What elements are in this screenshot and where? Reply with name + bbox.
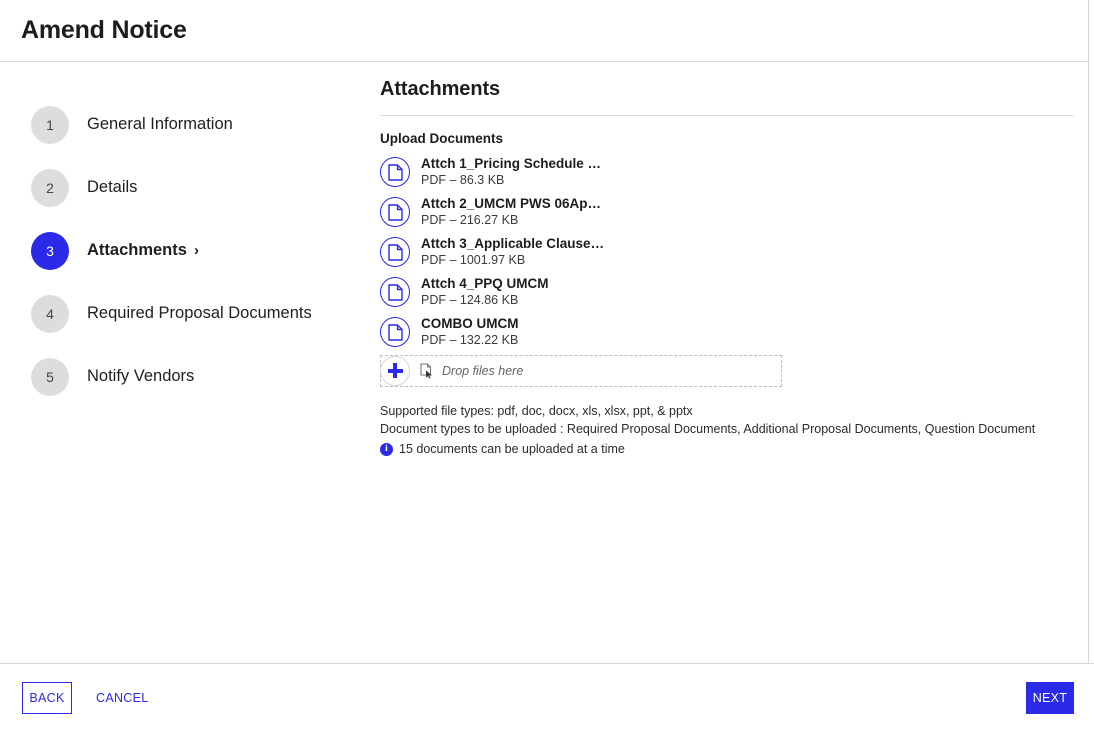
- list-item[interactable]: Attch 4_PPQ UMCM PDF – 124.86 KB: [380, 272, 1073, 312]
- page-body: 1 General Information › 2 Details › 3 At…: [0, 62, 1089, 663]
- file-name: Attch 1_Pricing Schedule U...: [421, 156, 606, 171]
- chevron-right-icon: ›: [193, 242, 199, 259]
- step-number-badge: 4: [31, 294, 69, 333]
- file-name: Attch 2_UMCM PWS 06Apr22: [421, 196, 606, 211]
- file-meta: PDF – 216.27 KB: [421, 212, 519, 227]
- upload-limit-note: i 15 documents can be uploaded at a time: [380, 441, 1073, 459]
- document-icon: [380, 237, 410, 267]
- step-label: General Information: [87, 115, 233, 133]
- file-meta: PDF – 124.86 KB: [421, 292, 519, 307]
- list-item[interactable]: Attch 3_Applicable Clauses ... PDF – 100…: [380, 232, 1073, 272]
- file-meta: PDF – 132.22 KB: [421, 332, 519, 347]
- file-dropzone[interactable]: Drop files here: [380, 355, 782, 387]
- document-types-note: Document types to be uploaded : Required…: [380, 421, 1036, 436]
- sidebar-item-attachments[interactable]: 3 Attachments ›: [0, 219, 380, 282]
- step-label: Required Proposal Documents: [87, 304, 312, 322]
- section-title: Attachments: [380, 78, 501, 100]
- step-navigation: 1 General Information › 2 Details › 3 At…: [0, 62, 380, 663]
- upload-notes: Supported file types: pdf, doc, docx, xl…: [380, 403, 1073, 458]
- file-meta: PDF – 86.3 KB: [421, 172, 505, 187]
- page-header: Amend Notice: [0, 0, 1089, 62]
- step-number-badge: 5: [31, 357, 69, 396]
- amend-notice-page: Amend Notice 1 General Information › 2 D…: [0, 0, 1094, 732]
- footer-actions: BACK CANCEL NEXT: [0, 663, 1094, 732]
- attachments-panel: Attachments Upload Documents Attch 1_Pri…: [380, 62, 1089, 663]
- attachment-list: Attch 1_Pricing Schedule U... PDF – 86.3…: [380, 152, 1073, 352]
- supported-file-types-note: Supported file types: pdf, doc, docx, xl…: [380, 404, 693, 418]
- file-name: Attch 4_PPQ UMCM: [421, 276, 549, 291]
- step-label: Details: [87, 178, 138, 196]
- sidebar-item-general-information[interactable]: 1 General Information ›: [0, 93, 380, 156]
- document-icon: [380, 157, 410, 187]
- list-item[interactable]: Attch 2_UMCM PWS 06Apr22 PDF – 216.27 KB: [380, 192, 1073, 232]
- list-item[interactable]: COMBO UMCM PDF – 132.22 KB: [380, 312, 1073, 352]
- step-number-badge: 1: [31, 105, 69, 144]
- step-label: Notify Vendors: [87, 367, 195, 385]
- add-file-button[interactable]: [380, 355, 410, 386]
- file-meta: PDF – 1001.97 KB: [421, 252, 526, 267]
- next-button[interactable]: NEXT: [1026, 682, 1074, 714]
- step-number-badge: 2: [31, 168, 69, 207]
- document-icon: [380, 197, 410, 227]
- dropzone-placeholder: Drop files here: [442, 364, 524, 378]
- section-divider: [380, 115, 1073, 116]
- sidebar-item-details[interactable]: 2 Details ›: [0, 156, 380, 219]
- upload-documents-label: Upload Documents: [380, 131, 504, 146]
- cancel-button[interactable]: CANCEL: [96, 691, 149, 705]
- page-title: Amend Notice: [21, 16, 187, 44]
- file-name: COMBO UMCM: [421, 316, 519, 331]
- document-icon: [380, 277, 410, 307]
- back-button[interactable]: BACK: [22, 682, 72, 714]
- sidebar-item-notify-vendors[interactable]: 5 Notify Vendors ›: [0, 345, 380, 408]
- sidebar-item-required-proposal-documents[interactable]: 4 Required Proposal Documents ›: [0, 282, 380, 345]
- file-cursor-icon: [420, 363, 434, 379]
- info-icon: i: [380, 442, 393, 456]
- document-icon: [380, 317, 410, 347]
- upload-limit-text: 15 documents can be uploaded at a time: [399, 441, 625, 456]
- step-label: Attachments: [87, 241, 187, 259]
- file-name: Attch 3_Applicable Clauses ...: [421, 236, 606, 251]
- list-item[interactable]: Attch 1_Pricing Schedule U... PDF – 86.3…: [380, 152, 1073, 192]
- step-number-badge: 3: [31, 231, 69, 270]
- plus-icon: [387, 363, 403, 379]
